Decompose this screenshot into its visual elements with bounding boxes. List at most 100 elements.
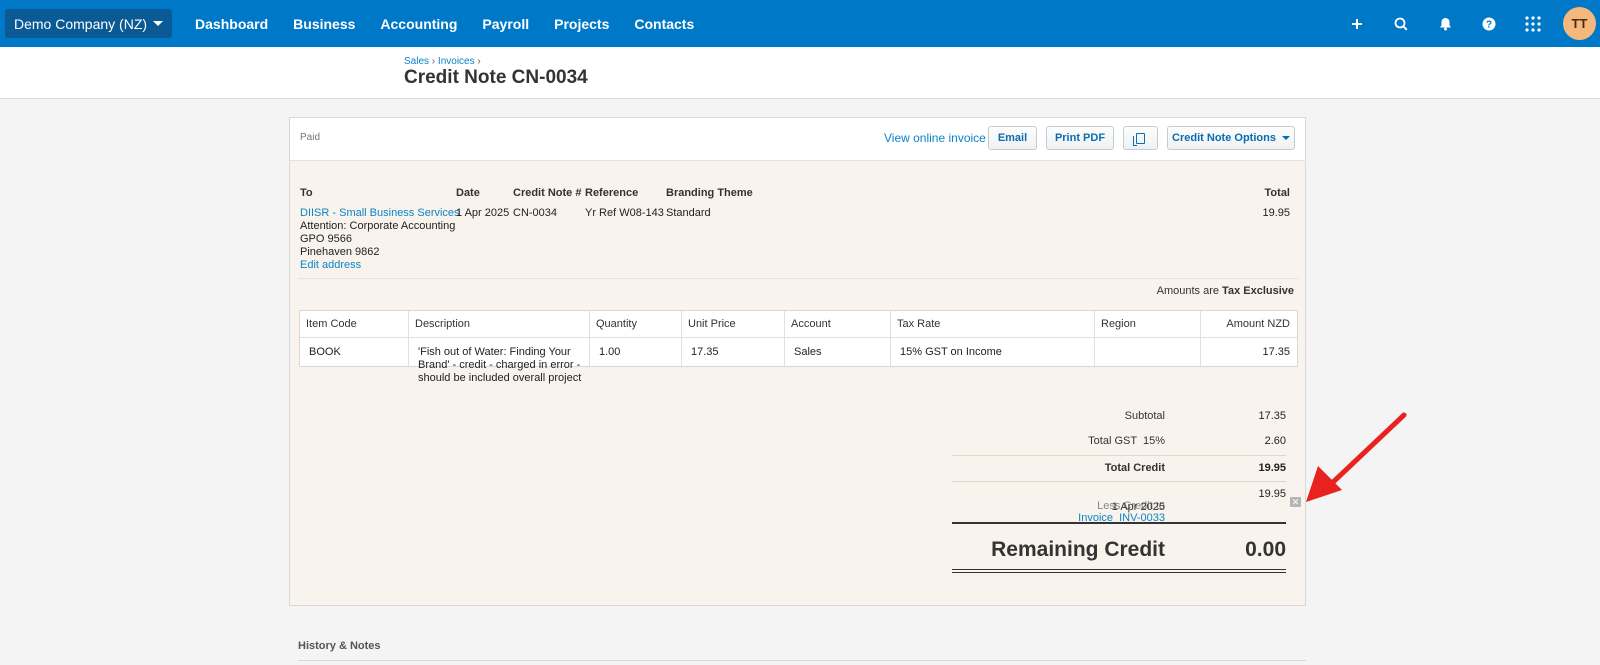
credit-note-options-button[interactable]: Credit Note Options (1167, 126, 1295, 150)
column-header: Unit Price (688, 318, 736, 330)
divider (298, 278, 1298, 279)
annotation-arrow-icon (1306, 412, 1407, 502)
gst-value: 2.60 (1264, 435, 1286, 447)
plus-icon[interactable] (1335, 0, 1379, 47)
breadcrumb-separator: › (431, 56, 436, 67)
credit-note-number-value: CN-0034 (513, 207, 558, 219)
branding-theme-value: Standard (666, 207, 711, 219)
subtotal-label: Subtotal (1124, 410, 1165, 422)
to-label: To (300, 187, 313, 199)
column-item-code: Item Code BOOK (300, 311, 409, 366)
column-header: Amount NZD (1226, 318, 1290, 330)
divider (952, 455, 1286, 456)
divider (952, 572, 1286, 573)
edit-address-link[interactable]: Edit address (300, 259, 361, 271)
help-icon[interactable]: ? (1467, 0, 1511, 47)
column-tax-rate: Tax Rate 15% GST on Income (891, 311, 1095, 366)
column-unit-price: Unit Price 17.35 (682, 311, 785, 366)
remaining-credit-label: Remaining Credit (991, 538, 1165, 561)
address-line: GPO 9566 (300, 233, 352, 245)
copy-icon (1133, 132, 1145, 146)
chevron-down-icon (153, 21, 164, 26)
column-header: Description (415, 318, 471, 330)
nav-contacts[interactable]: Contacts (634, 16, 694, 32)
divider (952, 481, 1286, 482)
cell-description: 'Fish out of Water: Finding Your Brand' … (418, 346, 581, 385)
address-line: Attention: Corporate Accounting (300, 220, 456, 232)
description-line: Brand' - credit - charged in error - (418, 359, 581, 371)
svg-text:?: ? (1486, 19, 1492, 30)
cell-amount: 17.35 (1262, 346, 1290, 358)
column-account: Account Sales (785, 311, 891, 366)
cell-item-code: BOOK (309, 346, 341, 358)
column-header: Region (1101, 318, 1136, 330)
status-badge: Paid (300, 132, 321, 143)
search-icon[interactable] (1379, 0, 1423, 47)
column-header: Tax Rate (897, 318, 941, 330)
total-label: Total (1264, 187, 1290, 199)
date-label: Date (456, 187, 480, 199)
contact-address: DIISR - Small Business Services Attentio… (300, 207, 460, 272)
breadcrumb-invoices[interactable]: Invoices (438, 56, 475, 67)
description-line: 'Fish out of Water: Finding Your (418, 346, 571, 358)
nav-payroll[interactable]: Payroll (482, 16, 529, 32)
nav-dashboard[interactable]: Dashboard (195, 16, 268, 32)
reference-label: Reference (585, 187, 639, 199)
total-credit-value: 19.95 (1258, 462, 1286, 474)
print-pdf-button[interactable]: Print PDF (1046, 126, 1114, 150)
main-menu: Dashboard Business Accounting Payroll Pr… (195, 16, 719, 32)
total-credit-label: Total Credit (1104, 462, 1165, 474)
cell-unit-price: 17.35 (691, 346, 719, 358)
divider (952, 522, 1286, 524)
nav-accounting[interactable]: Accounting (380, 16, 457, 32)
less-credit-amount-link[interactable]: 19.95 (1258, 488, 1286, 500)
copy-button[interactable] (1123, 126, 1158, 150)
breadcrumb: Sales › Invoices › (404, 56, 481, 67)
chevron-down-icon (1281, 136, 1290, 140)
divider (952, 569, 1286, 570)
divider (298, 660, 1306, 661)
credit-note-options-label: Credit Note Options (1172, 132, 1276, 144)
column-amount: Amount NZD 17.35 (1201, 311, 1297, 366)
bell-icon[interactable] (1423, 0, 1467, 47)
credit-note-panel: Paid View online invoice Email Print PDF… (289, 117, 1306, 606)
description-line: should be included overall project (418, 372, 582, 384)
reference-value: Yr Ref W08-143 (585, 207, 664, 219)
subtotal-value: 17.35 (1258, 410, 1286, 422)
breadcrumb-separator: › (477, 56, 481, 67)
breadcrumb-sales[interactable]: Sales (404, 56, 429, 67)
column-quantity: Quantity 1.00 (590, 311, 682, 366)
document-toolbar: Paid View online invoice Email Print PDF… (290, 118, 1305, 161)
page-header: Sales › Invoices › Credit Note CN-0034 (0, 47, 1600, 99)
email-button[interactable]: Email (988, 126, 1037, 150)
nav-projects[interactable]: Projects (554, 16, 609, 32)
avatar[interactable]: TT (1563, 7, 1596, 40)
tax-mode-prefix: Amounts are (1156, 285, 1219, 297)
top-nav: Demo Company (NZ) Dashboard Business Acc… (0, 0, 1600, 47)
line-items-table: Item Code BOOK Description 'Fish out of … (299, 310, 1298, 384)
credit-note-number-label: Credit Note # (513, 187, 582, 199)
date-value: 1 Apr 2025 (456, 207, 510, 219)
column-header: Quantity (596, 318, 637, 330)
org-name: Demo Company (NZ) (14, 15, 148, 32)
cell-quantity: 1.00 (599, 346, 621, 358)
tax-mode-value: Tax Exclusive (1222, 285, 1294, 297)
nav-business[interactable]: Business (293, 16, 355, 32)
apps-icon[interactable] (1511, 0, 1555, 47)
email-button-label: Email (997, 132, 1028, 144)
view-online-invoice-link[interactable]: View online invoice (884, 131, 986, 145)
nav-actions: ? TT (1335, 0, 1600, 47)
tax-mode-note: Amounts are Tax Exclusive (1157, 285, 1294, 297)
contact-link[interactable]: DIISR - Small Business Services (300, 207, 460, 219)
gst-label: Total GST 15% (1088, 435, 1165, 447)
column-header: Item Code (306, 318, 357, 330)
total-value: 19.95 (1262, 207, 1290, 219)
cell-account: Sales (794, 346, 822, 358)
branding-theme-label: Branding Theme (666, 187, 753, 199)
print-pdf-button-label: Print PDF (1054, 132, 1106, 144)
history-notes-heading[interactable]: History & Notes (298, 640, 381, 652)
address-line: Pinehaven 9862 (300, 246, 380, 258)
cell-tax-rate: 15% GST on Income (900, 346, 1002, 358)
org-switcher[interactable]: Demo Company (NZ) (5, 9, 173, 38)
column-region: Region (1095, 311, 1201, 366)
